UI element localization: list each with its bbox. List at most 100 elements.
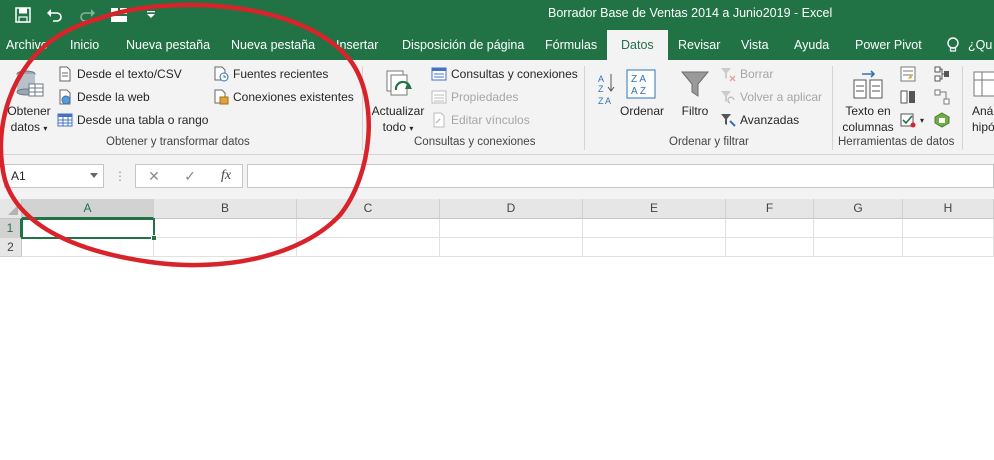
lightbulb-icon[interactable] bbox=[946, 37, 962, 53]
relationships-button[interactable] bbox=[934, 87, 950, 107]
from-table-range-label: Desde una tabla o rango bbox=[77, 113, 209, 127]
get-data-button[interactable]: Obtener datos ▾ bbox=[6, 68, 52, 137]
tab-formulas[interactable]: Fórmulas bbox=[545, 30, 597, 60]
tab-insertar[interactable]: Insertar bbox=[336, 30, 378, 60]
refresh-all-label-1: Actualizar bbox=[371, 104, 425, 118]
group-divider bbox=[962, 66, 963, 150]
cell-e2[interactable] bbox=[583, 238, 726, 257]
cell-d2[interactable] bbox=[440, 238, 583, 257]
remove-duplicates-button[interactable] bbox=[900, 87, 916, 107]
tab-disposicion-de-pagina[interactable]: Disposición de página bbox=[402, 30, 524, 60]
sort-button[interactable]: Z A A Z Ordenar bbox=[620, 68, 664, 119]
from-text-csv-button[interactable]: Desde el texto/CSV bbox=[57, 64, 182, 84]
cell-c1[interactable] bbox=[297, 219, 440, 238]
filter-button[interactable]: Filtro bbox=[676, 68, 714, 119]
reapply-button[interactable]: Volver a aplicar bbox=[720, 87, 822, 107]
formula-bar: A1 ⋮ ✕ ✓ fx bbox=[0, 155, 994, 199]
cell-d1[interactable] bbox=[440, 219, 583, 238]
text-to-columns-button[interactable]: Texto en columnas bbox=[838, 68, 898, 135]
tab-archivo[interactable]: Archivo bbox=[6, 30, 48, 60]
advanced-filter-button[interactable]: Avanzadas bbox=[720, 110, 799, 130]
flash-fill-button[interactable] bbox=[900, 64, 916, 84]
reapply-icon bbox=[720, 89, 736, 105]
cell-e1[interactable] bbox=[583, 219, 726, 238]
tab-datos[interactable]: Datos bbox=[607, 30, 668, 60]
tell-me-search[interactable]: ¿Qu bbox=[968, 30, 992, 60]
what-if-analysis-button[interactable]: Aná hipó bbox=[966, 68, 994, 135]
row-header-1[interactable]: 1 bbox=[0, 219, 22, 238]
title-bar: Borrador Base de Ventas 2014 a Junio2019… bbox=[0, 0, 994, 30]
cell-g1[interactable] bbox=[814, 219, 903, 238]
tab-inicio[interactable]: Inicio bbox=[70, 30, 99, 60]
cell-b2[interactable] bbox=[154, 238, 297, 257]
save-icon[interactable] bbox=[10, 4, 36, 26]
insert-function-icon[interactable]: fx bbox=[216, 168, 236, 186]
properties-icon bbox=[431, 89, 447, 105]
column-header-e[interactable]: E bbox=[583, 199, 726, 219]
recent-sources-button[interactable]: Fuentes recientes bbox=[213, 64, 328, 84]
select-all-button[interactable] bbox=[0, 199, 22, 219]
column-header-f[interactable]: F bbox=[726, 199, 814, 219]
text-to-columns-label-2: columnas bbox=[842, 120, 894, 134]
sort-az-button[interactable]: A Z Z A bbox=[596, 70, 618, 113]
consolidate-button[interactable] bbox=[934, 64, 950, 84]
cell-g2[interactable] bbox=[814, 238, 903, 257]
column-header-b[interactable]: B bbox=[154, 199, 297, 219]
redo-icon[interactable] bbox=[74, 4, 100, 26]
layout-icon[interactable] bbox=[106, 4, 132, 26]
cell-a2[interactable] bbox=[22, 238, 154, 257]
cell-f1[interactable] bbox=[726, 219, 814, 238]
cell-h2[interactable] bbox=[903, 238, 994, 257]
clear-filter-button[interactable]: Borrar bbox=[720, 64, 773, 84]
properties-label: Propiedades bbox=[451, 90, 519, 104]
quick-access-toolbar bbox=[10, 4, 164, 26]
column-header-g[interactable]: G bbox=[814, 199, 903, 219]
tab-nueva-pestana-1[interactable]: Nueva pestaña bbox=[126, 30, 210, 60]
undo-icon[interactable] bbox=[42, 4, 68, 26]
cell-f2[interactable] bbox=[726, 238, 814, 257]
sort-az-icon: A Z Z A bbox=[598, 74, 615, 106]
formula-input[interactable] bbox=[247, 164, 994, 188]
filter-icon bbox=[679, 68, 711, 100]
web-icon bbox=[57, 89, 73, 105]
chevron-down-icon: ▾ bbox=[409, 124, 414, 133]
data-validation-icon bbox=[900, 112, 916, 128]
from-web-button[interactable]: Desde la web bbox=[57, 87, 150, 107]
column-header-c[interactable]: C bbox=[297, 199, 440, 219]
cell-c2[interactable] bbox=[297, 238, 440, 257]
row-header-2[interactable]: 2 bbox=[0, 238, 22, 257]
column-header-h[interactable]: H bbox=[903, 199, 994, 219]
refresh-all-button[interactable]: Actualizar todo ▾ bbox=[370, 68, 426, 137]
formula-bar-resize-handle[interactable]: ⋮ bbox=[114, 169, 126, 183]
column-header-a[interactable]: A bbox=[22, 199, 154, 219]
manage-data-model-button[interactable] bbox=[934, 110, 950, 130]
from-table-range-button[interactable]: Desde una tabla o rango bbox=[57, 110, 208, 130]
edit-links-button[interactable]: Editar vínculos bbox=[431, 110, 530, 130]
group-label-sort-filter: Ordenar y filtrar bbox=[669, 136, 749, 148]
what-if-icon bbox=[970, 68, 994, 100]
fill-handle[interactable] bbox=[151, 235, 157, 241]
column-header-d[interactable]: D bbox=[440, 199, 583, 219]
queries-connections-button[interactable]: Consultas y conexiones bbox=[431, 64, 578, 84]
customize-icon[interactable] bbox=[138, 4, 164, 26]
what-if-label-2: hipó bbox=[972, 120, 994, 134]
tab-ayuda[interactable]: Ayuda bbox=[794, 30, 829, 60]
properties-button[interactable]: Propiedades bbox=[431, 87, 518, 107]
from-web-label: Desde la web bbox=[77, 90, 150, 104]
clear-filter-label: Borrar bbox=[740, 67, 774, 81]
tab-nueva-pestana-2[interactable]: Nueva pestaña bbox=[231, 30, 315, 60]
active-cell-selection[interactable] bbox=[21, 218, 157, 241]
name-box[interactable]: A1 bbox=[4, 164, 104, 188]
consolidate-icon bbox=[934, 66, 950, 82]
chevron-down-icon[interactable] bbox=[90, 173, 98, 178]
cell-h1[interactable] bbox=[903, 219, 994, 238]
cancel-icon[interactable]: ✕ bbox=[144, 168, 164, 186]
tab-vista[interactable]: Vista bbox=[741, 30, 769, 60]
ribbon-datos: Obtener datos ▾ Desde el texto/CSV Desde… bbox=[0, 60, 994, 155]
cell-b1[interactable] bbox=[154, 219, 297, 238]
existing-connections-button[interactable]: Conexiones existentes bbox=[213, 87, 354, 107]
data-validation-button[interactable]: ▾ bbox=[900, 110, 924, 130]
tab-power-pivot[interactable]: Power Pivot bbox=[855, 30, 922, 60]
tab-revisar[interactable]: Revisar bbox=[678, 30, 720, 60]
enter-icon[interactable]: ✓ bbox=[180, 168, 200, 186]
